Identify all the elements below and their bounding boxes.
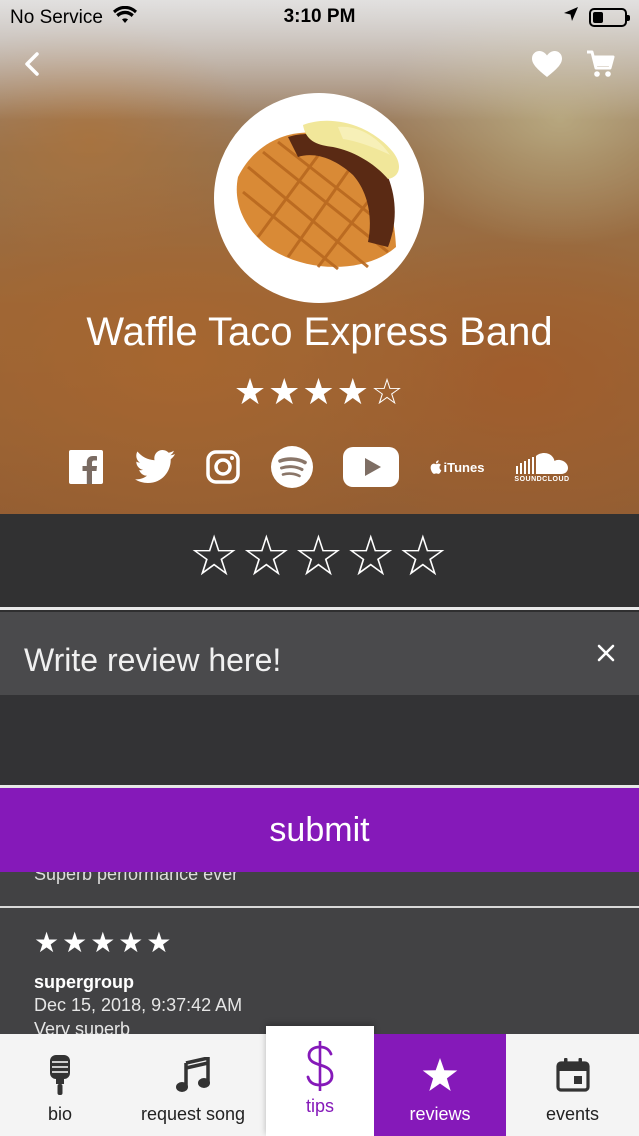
review-input-placeholder: Write review here! [24,642,282,678]
rating-selector: ☆☆☆☆☆ [0,514,639,608]
close-icon[interactable] [593,640,619,666]
soundcloud-link[interactable]: SOUNDCLOUD [513,442,571,492]
review-divider [0,906,639,908]
dollar-icon [305,1040,335,1092]
itunes-icon [430,460,441,474]
band-avatar [214,93,424,303]
microphone-icon [47,1054,73,1096]
review-username: supergroup [34,972,135,992]
youtube-link[interactable] [343,442,399,492]
itunes-label: iTunes [443,459,485,475]
music-note-icon [176,1054,210,1096]
review-text: Very superb [34,1019,131,1034]
band-rating-stars: ★★★★☆ [233,372,406,413]
review-input[interactable]: Write review here! [0,612,639,695]
chevron-left-icon [25,52,39,76]
calendar-icon [555,1054,590,1096]
cart-button[interactable] [580,44,620,84]
spotify-icon [271,446,313,488]
itunes-link[interactable]: iTunes [428,442,486,492]
tab-reviews[interactable]: reviews [374,1034,506,1136]
location-arrow-icon [563,6,579,28]
tab-bar: bio request song tips reviews events [0,1026,639,1136]
soundcloud-label: SOUNDCLOUD [514,475,570,483]
review-stars: ★★★★★ [34,926,175,959]
back-button[interactable] [12,44,52,84]
tab-label: reviews [409,1104,471,1124]
review-form: Write review here! [0,612,639,786]
instagram-link[interactable] [205,442,241,492]
favorite-button[interactable] [527,44,567,84]
review-date: Dec 15, 2018, 9:37:42 AM [34,995,243,1015]
heart-icon [532,51,562,77]
tab-label: events [545,1104,600,1124]
tab-label: request song [140,1104,246,1124]
battery-level [593,11,604,23]
review-text: Superb performance ever [34,872,239,884]
social-links: iTunes SOUNDCLOUD [0,442,639,492]
instagram-icon [206,450,240,484]
star-icon [422,1054,458,1096]
facebook-link[interactable] [68,442,104,492]
twitter-icon [135,450,175,483]
youtube-icon [343,447,399,487]
battery-icon [589,7,630,27]
tab-tips[interactable]: tips [266,1026,374,1136]
divider [0,607,639,610]
tab-events[interactable]: events [506,1034,639,1136]
tab-label: bio [47,1104,73,1124]
soundcloud-icon [516,452,568,474]
band-name: Waffle Taco Express Band [86,310,553,354]
twitter-link[interactable] [134,442,176,492]
status-right [563,6,630,28]
tab-label: tips [305,1096,334,1116]
status-time: 3:10 PM [283,6,356,27]
submit-button[interactable]: submit [0,788,639,872]
facebook-icon [69,450,103,484]
waffle-taco-image [218,97,420,299]
status-bar: No Service 3:10 PM [0,0,639,34]
tab-bio[interactable]: bio [0,1034,120,1136]
spotify-link[interactable] [270,442,314,492]
rating-selector-stars[interactable]: ☆☆☆☆☆ [0,524,639,589]
reviews-list: Superb performance ever ★★★★★ supergroup… [0,872,639,1034]
shopping-cart-icon [587,50,615,77]
tab-request-song[interactable]: request song [120,1034,266,1136]
